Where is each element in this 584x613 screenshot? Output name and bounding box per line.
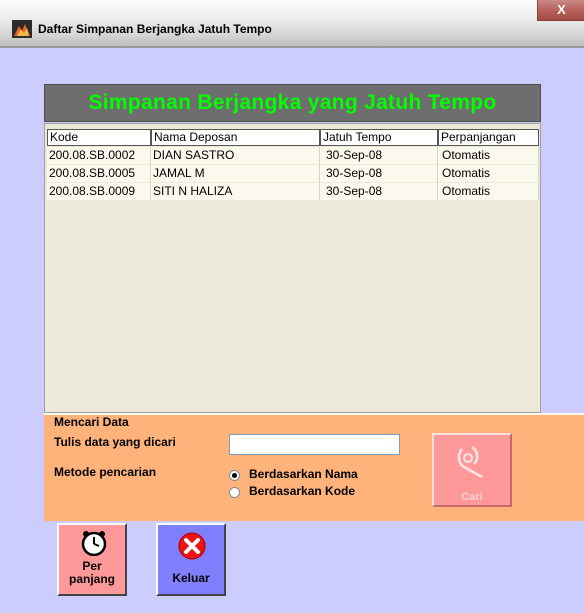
close-button[interactable]: X: [537, 0, 584, 21]
perpanjang-label-line1: Per: [82, 559, 102, 573]
heading-banner: Simpanan Berjangka yang Jatuh Tempo: [44, 84, 541, 122]
cell-jatuh-tempo: 30-Sep-08: [320, 165, 438, 182]
keluar-label: Keluar: [172, 571, 210, 585]
radio-label-kode[interactable]: Berdasarkan Kode: [249, 484, 355, 498]
cell-jatuh-tempo: 30-Sep-08: [320, 147, 438, 164]
column-header-perpanjangan[interactable]: Perpanjangan: [438, 129, 539, 146]
cell-jatuh-tempo: 30-Sep-08: [320, 183, 438, 200]
column-header-nama-deposan[interactable]: Nama Deposan: [151, 129, 320, 146]
close-x-icon: [178, 532, 206, 560]
search-group-title: Mencari Data: [54, 415, 129, 429]
search-input-label: Tulis data yang dicari: [54, 435, 176, 449]
cell-kode: 200.08.SB.0005: [47, 165, 151, 182]
table-row[interactable]: 200.08.SB.0005 JAMAL M 30-Sep-08 Otomati…: [47, 165, 539, 183]
table-row[interactable]: 200.08.SB.0002 DIAN SASTRO 30-Sep-08 Oto…: [47, 147, 539, 165]
cell-nama: DIAN SASTRO: [151, 147, 320, 164]
clock-icon: [81, 531, 107, 556]
cari-button[interactable]: Cari: [432, 433, 512, 507]
radio-berdasarkan-nama[interactable]: [229, 470, 240, 481]
data-grid[interactable]: Kode Nama Deposan Jatuh Tempo Perpanjang…: [44, 123, 541, 413]
perpanjang-label-line2: panjang: [68, 572, 115, 586]
cell-kode: 200.08.SB.0009: [47, 183, 151, 200]
title-bar[interactable]: Daftar Simpanan Berjangka Jatuh Tempo X: [0, 0, 584, 48]
radio-berdasarkan-kode[interactable]: [229, 487, 240, 498]
cell-perpanjangan: Otomatis: [438, 183, 539, 200]
column-header-kode[interactable]: Kode: [47, 129, 151, 146]
perpanjang-button[interactable]: Per panjang: [57, 523, 127, 596]
cell-nama: JAMAL M: [151, 165, 320, 182]
radio-label-nama[interactable]: Berdasarkan Nama: [249, 467, 358, 481]
table-row[interactable]: 200.08.SB.0009 SITI N HALIZA 30-Sep-08 O…: [47, 183, 539, 201]
keluar-button[interactable]: Keluar: [156, 523, 226, 596]
cell-nama: SITI N HALIZA: [151, 183, 320, 200]
window-title: Daftar Simpanan Berjangka Jatuh Tempo: [38, 22, 272, 36]
application-window: Daftar Simpanan Berjangka Jatuh Tempo X …: [0, 0, 584, 613]
heading-title: Simpanan Berjangka yang Jatuh Tempo: [88, 91, 497, 114]
search-tool-icon: [457, 445, 483, 479]
search-method-label: Metode pencarian: [54, 465, 157, 479]
app-icon: [12, 20, 32, 38]
cell-perpanjangan: Otomatis: [438, 165, 539, 182]
cell-perpanjangan: Otomatis: [438, 147, 539, 164]
cari-label: Cari: [461, 491, 483, 503]
cell-kode: 200.08.SB.0002: [47, 147, 151, 164]
search-input[interactable]: [229, 434, 400, 455]
search-group: Mencari Data Tulis data yang dicari Meto…: [44, 413, 584, 521]
column-header-jatuh-tempo[interactable]: Jatuh Tempo: [320, 129, 438, 146]
